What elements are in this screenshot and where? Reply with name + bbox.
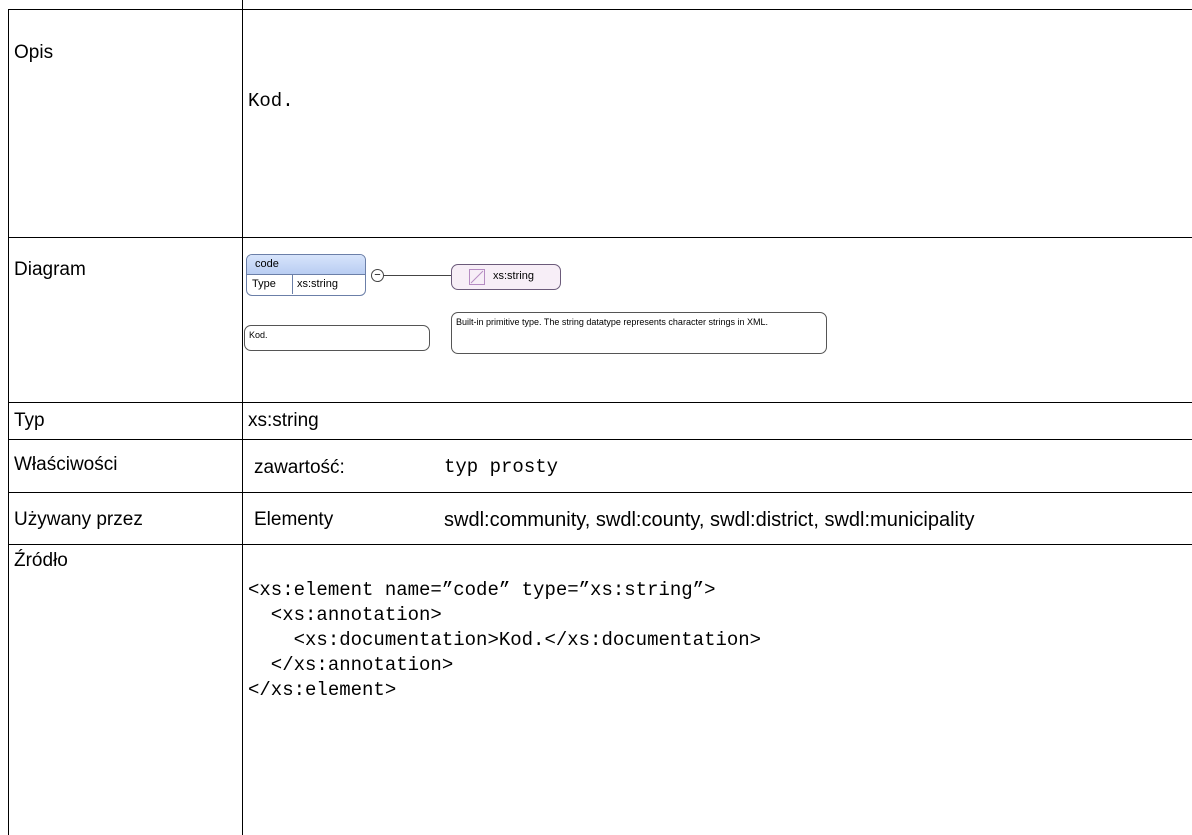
row-divider	[8, 402, 1192, 403]
type-value: xs:string	[248, 410, 319, 431]
row-label-used-by: Używany przez	[14, 509, 143, 530]
row-label-opis: Opis	[14, 42, 54, 63]
type-node: xs:string	[451, 264, 561, 290]
row-divider	[8, 237, 1192, 238]
element-type-label: Type	[247, 275, 293, 294]
row-divider	[8, 544, 1192, 545]
element-type-value: xs:string	[297, 278, 338, 290]
description-value: Kod.	[248, 90, 294, 112]
source-code: <xs:element name=”code” type=”xs:string”…	[248, 579, 762, 701]
table-top-border	[8, 9, 1192, 10]
connector-line	[383, 275, 451, 276]
property-key: zawartość:	[254, 457, 345, 478]
row-label-typ: Typ	[14, 410, 45, 431]
row-label-source: Źródło	[14, 550, 68, 571]
row-label-wlasciwosci: Właściwości	[14, 454, 118, 475]
type-node-name: xs:string	[493, 270, 534, 282]
element-doc-note: Kod.	[244, 325, 430, 351]
row-divider	[8, 492, 1192, 493]
type-doc-note: Built-in primitive type. The string data…	[451, 312, 827, 354]
schema-diagram: code Type xs:string − xs:string Kod. Bui…	[242, 247, 842, 362]
property-value: typ prosty	[444, 456, 559, 478]
schema-doc-table: Opis Kod. Diagram code Type xs:string − …	[0, 0, 1192, 835]
element-node: code Type xs:string	[246, 254, 366, 296]
simple-type-icon	[469, 269, 485, 285]
element-name: code	[247, 255, 365, 275]
used-by-key: Elementy	[254, 509, 334, 530]
row-label-diagram: Diagram	[14, 259, 86, 280]
row-divider	[8, 439, 1192, 440]
column-divider	[242, 0, 243, 835]
table-left-border	[8, 9, 9, 835]
used-by-elements: swdl:community, swdl:county, swdl:distri…	[444, 509, 975, 531]
